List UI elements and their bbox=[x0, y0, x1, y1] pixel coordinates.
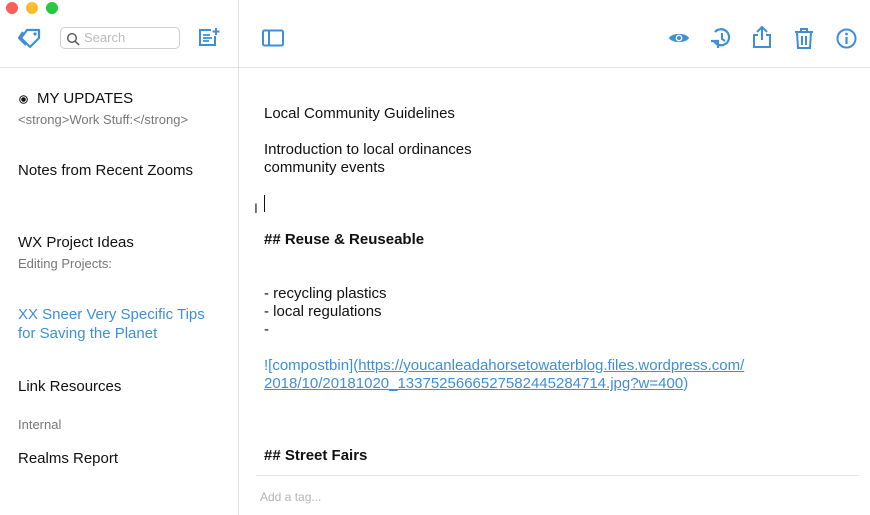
maximize-window-button[interactable] bbox=[46, 2, 58, 14]
search-icon bbox=[66, 32, 80, 46]
note-item-link-resources[interactable]: Link Resources bbox=[18, 378, 121, 395]
note-editor[interactable] bbox=[240, 68, 870, 473]
close-window-button[interactable] bbox=[6, 2, 18, 14]
search-placeholder: Search bbox=[84, 30, 126, 45]
new-note-icon[interactable] bbox=[198, 27, 220, 47]
editor-heading: ## Street Fairs bbox=[264, 447, 368, 464]
note-title: MY UPDATES bbox=[37, 90, 134, 107]
editor-line: - bbox=[264, 321, 269, 338]
note-preview: Editing Projects: bbox=[18, 256, 112, 271]
editor-heading: ## Reuse & Reuseable bbox=[264, 231, 425, 248]
note-preview: <strong>Work Stuff:</strong> bbox=[18, 112, 189, 127]
ibeam-pointer-icon: I bbox=[254, 200, 258, 216]
text-cursor bbox=[264, 195, 265, 212]
image-url-link[interactable]: 2018/10/20181020_13375256665275824452847… bbox=[264, 375, 683, 392]
editor-line: - local regulations bbox=[264, 303, 382, 320]
trash-icon[interactable] bbox=[794, 27, 814, 49]
tag-bar-divider bbox=[256, 475, 859, 476]
tags-icon[interactable] bbox=[17, 27, 43, 49]
image-alt-text: ![compostbin]( bbox=[264, 357, 359, 374]
editor-line: - recycling plastics bbox=[264, 285, 387, 302]
preview-eye-icon[interactable] bbox=[668, 30, 690, 46]
minimize-window-button[interactable] bbox=[26, 2, 38, 14]
note-item-selected-title-line2[interactable]: for Saving the Planet bbox=[18, 325, 157, 342]
pin-dot-icon bbox=[19, 95, 28, 104]
note-item-selected-title-line1[interactable]: XX Sneer Very Specific Tips bbox=[18, 306, 205, 323]
share-icon[interactable] bbox=[752, 26, 772, 48]
editor-line: Local Community Guidelines bbox=[264, 105, 455, 122]
image-markdown-line2[interactable]: 2018/10/20181020_13375256665275824452847… bbox=[264, 375, 688, 393]
note-item-notes-from-recent-zooms[interactable]: Notes from Recent Zooms bbox=[18, 162, 193, 179]
image-markdown-line1[interactable]: ![compostbin](https://youcanleadahorseto… bbox=[264, 357, 744, 375]
image-url-link[interactable]: https://youcanleadahorsetowaterblog.file… bbox=[358, 357, 744, 374]
note-item-realms-report[interactable]: Realms Report bbox=[18, 450, 118, 467]
add-tag-input[interactable]: Add a tag... bbox=[260, 490, 321, 504]
search-input[interactable]: Search bbox=[60, 27, 180, 49]
editor-line: community events bbox=[264, 159, 385, 176]
sidebar-toggle-icon[interactable] bbox=[262, 29, 284, 47]
note-item-wx-project-ideas[interactable]: WX Project Ideas bbox=[18, 234, 134, 251]
note-item-my-updates[interactable]: MY UPDATES <strong>Work Stuff:</strong> bbox=[0, 85, 238, 135]
note-preview: Internal bbox=[18, 417, 62, 432]
history-icon[interactable] bbox=[710, 27, 732, 49]
editor-line: Introduction to local ordinances bbox=[264, 141, 472, 158]
info-icon[interactable] bbox=[836, 28, 857, 49]
image-close-paren: ) bbox=[683, 375, 689, 392]
